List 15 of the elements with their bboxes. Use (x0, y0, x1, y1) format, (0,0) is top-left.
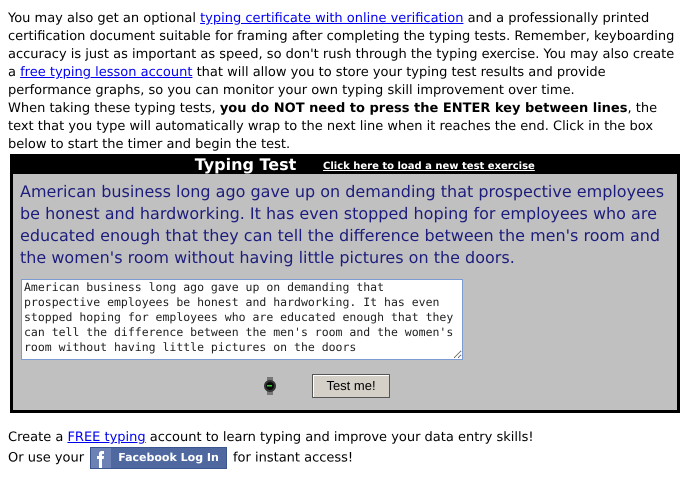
new-exercise-link[interactable]: Click here to load a new test exercise (323, 160, 535, 174)
footer-line: Or use your Facebook Log In for instant access! (8, 447, 680, 469)
passage-text: American business long ago gave up on demanding that prospective employees be honest and hardworking. It has even stopped hoping for employees who are educated enough that they can tell the difference between the men's room and the women's room without having little pictures on the doors. (19, 181, 666, 269)
typing-input-field[interactable]: American business long ago gave up on demanding that prospective employees be honest and hardworking. It has even stopped hoping for employees who are educated enough that they can tell the difference between the men's room and the women's room without having little pictures on the doors (21, 279, 463, 360)
facebook-icon (91, 448, 112, 468)
text-link[interactable]: free typing lesson account (20, 65, 192, 80)
intro-paragraph: You may also get an optional typing certificate with online verification and a professionally printed certification document suitable for framing after completing the typing tests. Remember, keyboarding accuracy is just as important as speed, so don't rush through the typing exercise. You may also create a free typing lesson account that will allow you to store your typing test results and provide performance graphs, so you can monitor your own typing skill improvement over time. (8, 10, 676, 100)
facebook-login-button[interactable]: Facebook Log In (90, 447, 227, 469)
intro-paragraph: When taking these typing tests, you do NOT need to press the ENTER key between lines, the text that you type will automatically wrap to the next line when it reaches the end. Click in the box below to start the timer and begin the test. (8, 100, 658, 154)
footer-line: Create a FREE typing account to learn typing and improve your data entry skills! (8, 429, 535, 447)
text-link[interactable]: FREE typing (67, 430, 146, 445)
test-title: Typing Test (194, 156, 298, 174)
stopwatch-icon (263, 377, 277, 395)
text-link[interactable]: typing certificate with online verification (200, 11, 464, 26)
test-me-button[interactable]: Test me! (312, 374, 390, 398)
